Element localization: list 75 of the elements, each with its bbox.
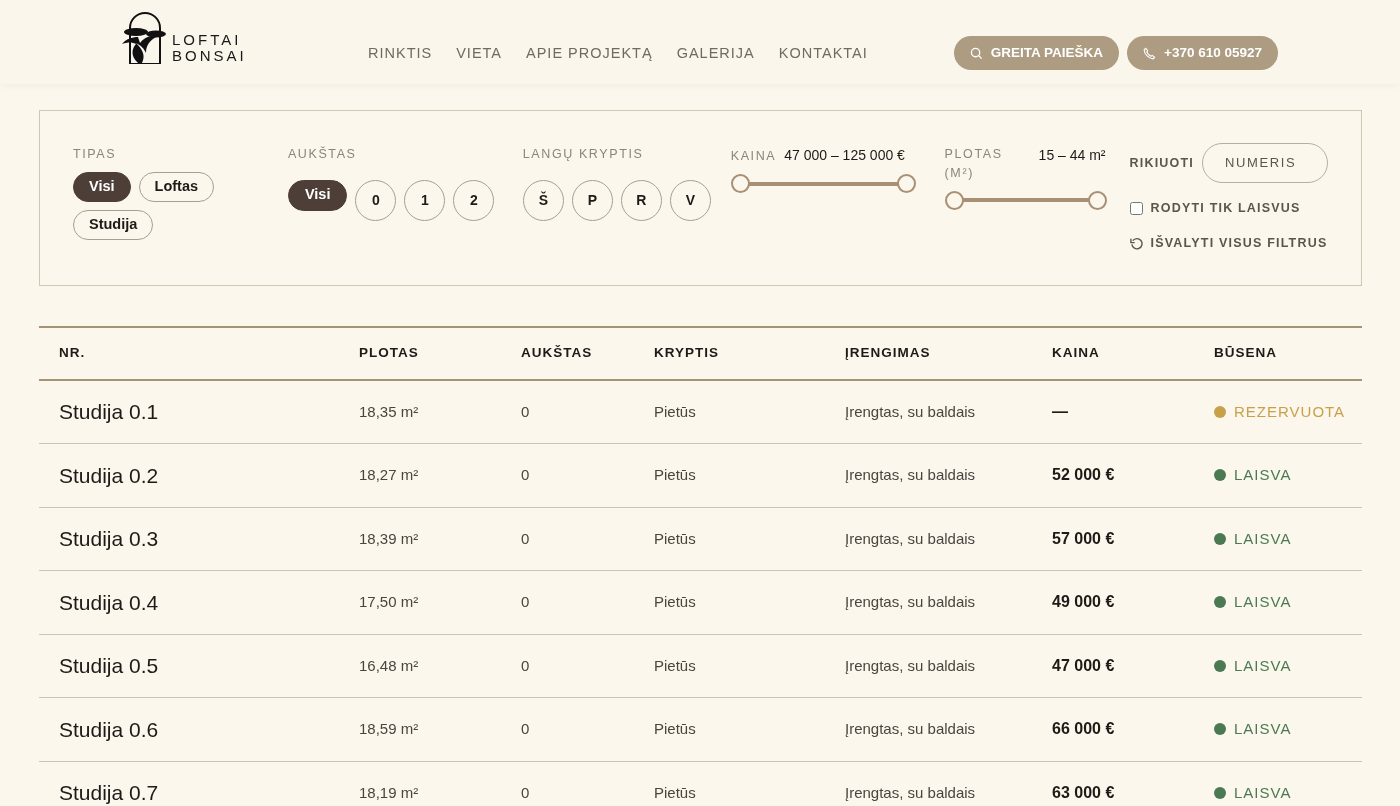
table-cell: Pietūs bbox=[634, 570, 825, 634]
table-cell: Studija 0.6 bbox=[39, 697, 339, 761]
table-cell: 57 000 € bbox=[1032, 507, 1194, 571]
filter-chip[interactable]: Visi bbox=[73, 171, 131, 202]
table-cell: Įrengtas, su baldais bbox=[825, 570, 1032, 634]
column-header: PLOTAS bbox=[339, 327, 501, 380]
table-cell: Įrengtas, su baldais bbox=[825, 697, 1032, 761]
table-cell: 66 000 € bbox=[1032, 697, 1194, 761]
column-header: KRYPTIS bbox=[634, 327, 825, 380]
filter-label: KAINA bbox=[730, 148, 777, 165]
table-cell: 52 000 € bbox=[1032, 443, 1194, 507]
brand-name: LOFTAI bbox=[172, 32, 243, 48]
table-cell: 0 bbox=[501, 761, 634, 806]
table-cell: Įrengtas, su baldais bbox=[825, 443, 1032, 507]
table-cell: Studija 0.5 bbox=[39, 634, 339, 698]
table-cell: Pietūs bbox=[634, 380, 825, 444]
nav-link[interactable]: KONTAKTAI bbox=[778, 43, 868, 65]
filter-chip[interactable]: Visi bbox=[287, 179, 348, 211]
table-cell: Studija 0.2 bbox=[39, 443, 339, 507]
status-text: LAISVA bbox=[1234, 782, 1292, 803]
nav-link[interactable]: APIE PROJEKTĄ bbox=[526, 43, 653, 65]
table-cell: Pietūs bbox=[634, 697, 825, 761]
status-text: LAISVA bbox=[1234, 592, 1292, 612]
status-text: REZERVUOTA bbox=[1234, 401, 1346, 422]
nav-link[interactable]: GALERIJA bbox=[676, 43, 755, 65]
table-cell: 47 000 € bbox=[1032, 634, 1194, 698]
sort-label: RIKIUOTI bbox=[1129, 154, 1194, 172]
area-range: 15 – 44 m² bbox=[1038, 146, 1106, 165]
price-range: 47 000 – 125 000 € bbox=[784, 146, 905, 165]
table-cell: Pietūs bbox=[634, 507, 825, 571]
filter-label: LANGŲ KRYPTIS bbox=[522, 146, 645, 163]
table-cell: Įrengtas, su baldais bbox=[825, 634, 1032, 698]
table-cell: — bbox=[1032, 380, 1194, 444]
table-cell: 17,50 m² bbox=[339, 570, 501, 634]
table-cell: 18,35 m² bbox=[339, 380, 501, 444]
status-text: LAISVA bbox=[1234, 528, 1292, 549]
table-cell: 0 bbox=[501, 380, 634, 444]
table-cell: 18,39 m² bbox=[339, 507, 501, 571]
filter-label: PLOTAS (M²) bbox=[944, 146, 1004, 182]
clear-filters-link[interactable]: IŠVALYTI VISUS FILTRUS bbox=[1150, 233, 1328, 253]
table-cell: 0 bbox=[501, 634, 634, 698]
column-header: NR. bbox=[39, 327, 339, 380]
table-cell: 63 000 € bbox=[1032, 761, 1194, 806]
table-cell: Studija 0.1 bbox=[39, 380, 339, 444]
nav-link[interactable]: RINKTIS bbox=[368, 43, 433, 65]
table-cell: 0 bbox=[501, 443, 634, 507]
checkbox-label: RODYTI TIK LAISVUS bbox=[1150, 200, 1301, 217]
brand-name: BONSAI bbox=[172, 48, 247, 64]
table-cell: Įrengtas, su baldais bbox=[825, 380, 1032, 444]
table-cell: 0 bbox=[501, 697, 634, 761]
table-cell: 0 bbox=[501, 570, 634, 634]
table-cell: 18,27 m² bbox=[339, 443, 501, 507]
table-cell: Studija 0.4 bbox=[39, 570, 339, 634]
status-text: LAISVA bbox=[1234, 655, 1292, 676]
table-cell: 49 000 € bbox=[1032, 570, 1194, 634]
nav-link[interactable]: VIETA bbox=[456, 43, 503, 65]
filter-label: AUKŠTAS bbox=[287, 145, 358, 163]
column-header: AUKŠTAS bbox=[501, 327, 634, 380]
table-cell: Įrengtas, su baldais bbox=[825, 761, 1032, 806]
column-header: BŪSENA bbox=[1194, 327, 1362, 380]
table-cell: Pietūs bbox=[634, 634, 825, 698]
table-cell: 18,19 m² bbox=[339, 761, 501, 806]
table-cell: Pietūs bbox=[634, 443, 825, 507]
column-header: ĮRENGIMAS bbox=[825, 327, 1032, 380]
table-cell: Pietūs bbox=[634, 761, 825, 806]
table-cell: Studija 0.7 bbox=[39, 761, 339, 806]
table-cell: Studija 0.3 bbox=[39, 507, 339, 571]
filter-label: TIPAS bbox=[73, 146, 118, 163]
status-text: LAISVA bbox=[1234, 719, 1292, 739]
table-cell: 16,48 m² bbox=[339, 634, 501, 698]
table-cell: 18,59 m² bbox=[339, 697, 501, 761]
table-cell: 0 bbox=[501, 507, 634, 571]
status-text: LAISVA bbox=[1234, 465, 1292, 485]
column-header: KAINA bbox=[1032, 327, 1194, 380]
table-cell: Įrengtas, su baldais bbox=[825, 507, 1032, 571]
